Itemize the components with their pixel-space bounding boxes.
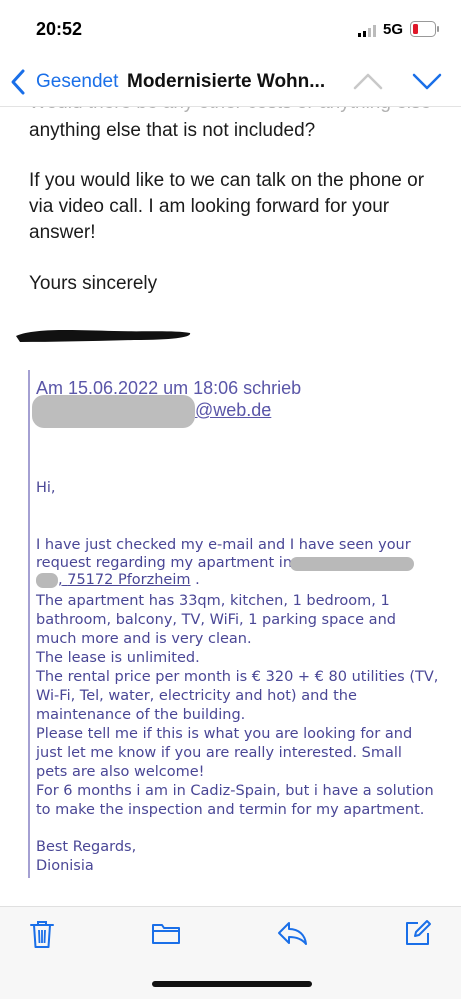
mail-nav-bar: Gesendet Modernisierte Wohn... [0,58,461,107]
redacted-house-number [36,573,58,588]
battery-icon [410,21,439,37]
back-chevron-icon[interactable] [10,68,26,96]
quote-line: Best Regards, [36,839,137,855]
signal-icon [358,25,376,37]
quote-line: For 6 months i am in Cadiz-Spain, but i … [36,783,434,799]
quote-line: request regarding my apartment in [36,555,293,571]
reply-paragraph: If you would like to we can talk on the … [29,170,425,243]
sender-email-link[interactable]: @web.de [195,400,271,421]
city-prefix: , [58,572,63,588]
header-colon: : [266,400,272,420]
quote-bar [28,370,30,878]
quote-line: I have just checked my e-mail and I have… [36,537,411,553]
reply-icon[interactable] [276,920,308,946]
city-line: , 75172 Pforzheim . [58,572,200,588]
mail-toolbar [0,906,461,999]
redacted-signature [16,330,191,342]
quote-line: The apartment has 33qm, kitchen, 1 bedro… [36,593,390,609]
city-suffix: . [190,572,200,588]
scrolled-text-line: Would there be any other costs or anythi… [29,106,431,114]
status-time: 20:52 [36,19,83,39]
next-message-icon[interactable] [411,69,443,93]
redacted-street [290,557,414,571]
quote-line: Hi, [36,480,56,496]
compose-icon[interactable] [404,919,432,947]
trash-icon[interactable] [29,919,55,949]
previous-message-icon[interactable] [352,69,384,93]
quote-line: Wi-Fi, Tel, water, electricity and hot) … [36,688,357,704]
city-name: 75172 Pforzheim [67,572,191,588]
quote-line: The rental price per month is € 320 + € … [36,669,439,685]
home-indicator [152,981,312,987]
quote-line: much more and is very clean. [36,631,252,647]
quote-line: bathroom, balcony, TV, WiFi, 1 parking s… [36,612,396,628]
quote-line: to make the inspection and termin for my… [36,802,425,818]
network-type: 5G [383,21,404,38]
quote-line: Please tell me if this is what you are l… [36,726,413,742]
quote-line: pets are also welcome! [36,764,205,780]
message-body: Would there be any other costs or anythi… [0,106,461,906]
quote-line: maintenance of the building. [36,707,246,723]
back-button-label[interactable]: Gesendet [36,71,118,93]
quote-line: Dionisia [36,858,94,874]
reply-paragraph: anything else that is not included? [29,120,316,141]
reply-signoff: Yours sincerely [29,273,158,294]
quote-line: The lease is unlimited. [36,650,200,666]
status-bar: 20:52 5G [0,0,461,58]
mail-subject-title: Modernisierte Wohn... [127,71,326,92]
redacted-sender-name [32,395,195,428]
quote-line: just let me know if you are really inter… [36,745,402,761]
folder-icon[interactable] [151,921,181,945]
